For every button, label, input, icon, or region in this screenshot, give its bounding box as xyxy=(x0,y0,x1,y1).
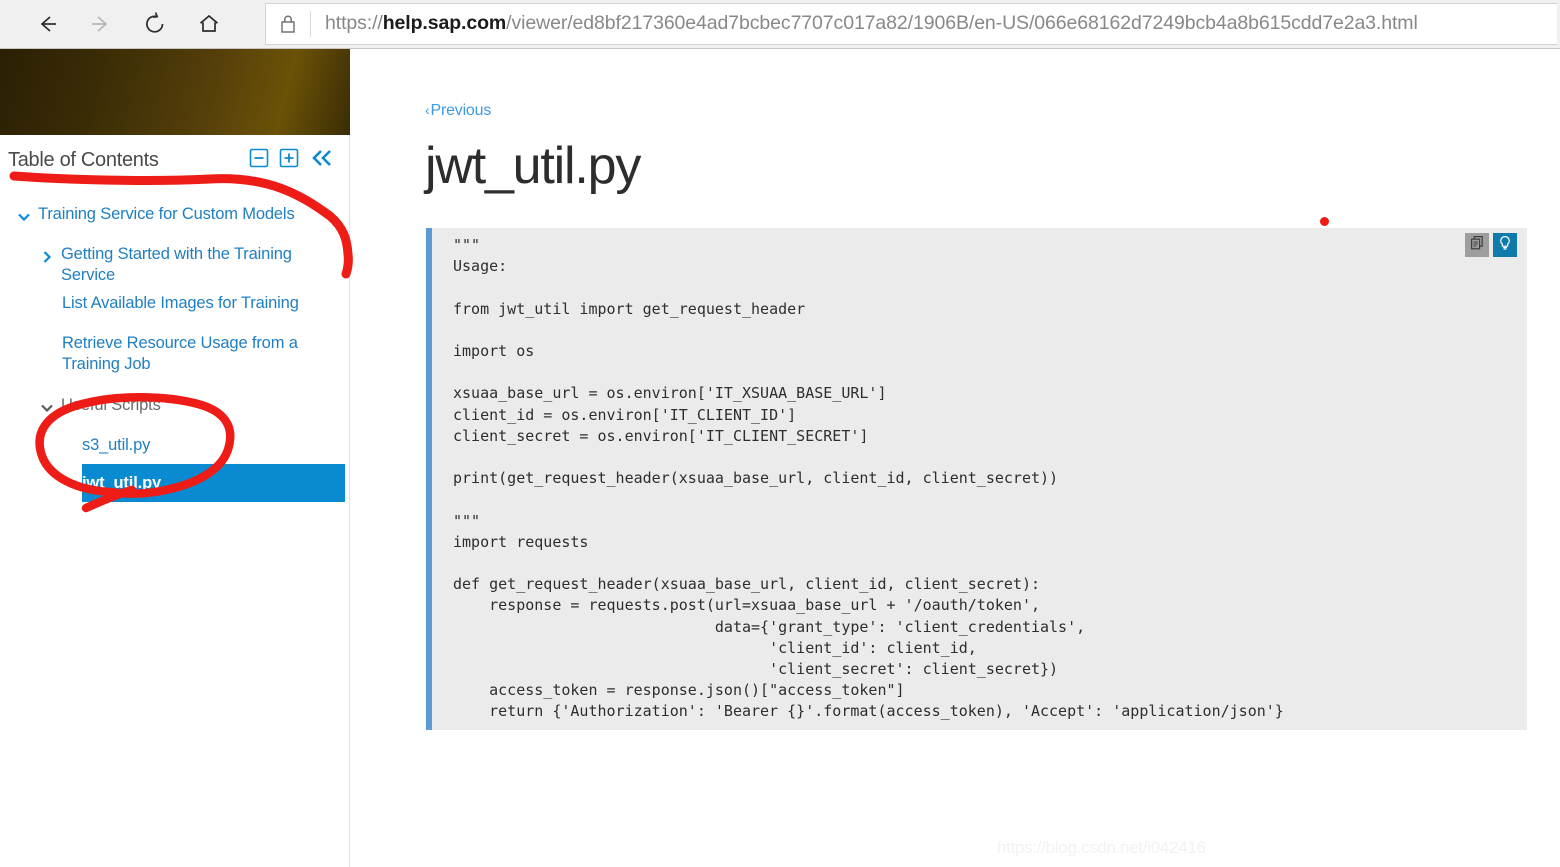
forward-button[interactable] xyxy=(74,2,128,46)
toc-item-useful-scripts[interactable]: Useful Scripts xyxy=(0,388,349,428)
reload-button[interactable] xyxy=(128,2,182,46)
banner-image xyxy=(0,49,350,135)
main-content: ‹Previous jwt_util.py """ Usage: from jw… xyxy=(351,49,1560,867)
toc-title: Table of Contents xyxy=(8,148,159,171)
code-block: """ Usage: from jwt_util import get_requ… xyxy=(426,228,1527,730)
toc-item-label[interactable]: Retrieve Resource Usage from a Training … xyxy=(62,326,337,375)
lightbulb-icon xyxy=(1497,235,1513,256)
chevron-down-icon[interactable] xyxy=(10,197,38,226)
plus-box-icon xyxy=(279,148,299,173)
expand-all-button[interactable] xyxy=(279,148,299,173)
collapse-all-button[interactable] xyxy=(249,148,269,173)
refresh-icon xyxy=(140,9,170,39)
home-button[interactable] xyxy=(182,2,236,46)
tip-button[interactable] xyxy=(1493,233,1517,257)
toc-item-training-service-for-custom-models[interactable]: Training Service for Custom Models xyxy=(0,197,349,237)
toc-item-label[interactable]: jwt_util.py xyxy=(82,473,173,494)
previous-link[interactable]: ‹Previous xyxy=(425,102,491,120)
forward-arrow-icon xyxy=(86,9,116,39)
toc-item-getting-started-with-the-training-service[interactable]: Getting Started with the Training Servic… xyxy=(0,237,349,286)
toc-item-retrieve-resource-usage-from-a-training-job[interactable]: Retrieve Resource Usage from a Training … xyxy=(0,326,349,388)
code-block-toolbar xyxy=(1465,233,1517,257)
red-dot-annotation xyxy=(1320,217,1329,226)
lock-icon xyxy=(266,12,310,36)
address-bar[interactable]: https://help.sap.com/viewer/ed8bf217360e… xyxy=(265,3,1557,45)
toc-item-label[interactable]: List Available Images for Training xyxy=(62,286,311,314)
toc-item-label[interactable]: Getting Started with the Training Servic… xyxy=(61,237,349,286)
chevron-right-icon[interactable] xyxy=(33,237,61,266)
code-text: """ Usage: from jwt_util import get_requ… xyxy=(453,236,1284,721)
copy-button[interactable] xyxy=(1465,233,1489,257)
previous-label: Previous xyxy=(430,102,492,119)
watermark: https://blog.csdn.net/i042416 xyxy=(997,838,1206,857)
chevron-double-left-icon xyxy=(309,147,335,174)
browser-toolbar: https://help.sap.com/viewer/ed8bf217360e… xyxy=(0,0,1560,49)
toc-item-list-available-images-for-training[interactable]: List Available Images for Training xyxy=(0,286,349,326)
sidebar: Table of Contents Training Service for C… xyxy=(0,49,350,867)
toc-header: Table of Contents xyxy=(0,135,349,185)
copy-icon xyxy=(1469,235,1485,256)
minus-box-icon xyxy=(249,148,269,173)
toc-item-label[interactable]: s3_util.py xyxy=(82,428,162,456)
back-button[interactable] xyxy=(20,2,74,46)
page-content: Table of Contents Training Service for C… xyxy=(0,49,1560,867)
toc-item-s3-util-py[interactable]: s3_util.py xyxy=(0,428,349,464)
hide-toc-button[interactable] xyxy=(309,147,335,174)
url-text: https://help.sap.com/viewer/ed8bf217360e… xyxy=(325,14,1418,34)
back-arrow-icon xyxy=(32,9,62,39)
toc-item-label[interactable]: Useful Scripts xyxy=(61,388,173,416)
toc-tree: Training Service for Custom Models Getti… xyxy=(0,185,349,502)
chevron-down-icon[interactable] xyxy=(33,388,61,417)
chevron-left-icon: ‹ xyxy=(425,102,430,118)
page-title: jwt_util.py xyxy=(425,137,641,195)
home-icon xyxy=(194,9,224,39)
toc-item-label[interactable]: Training Service for Custom Models xyxy=(38,197,307,225)
toc-item-jwt-util-py[interactable]: jwt_util.py xyxy=(82,464,345,502)
